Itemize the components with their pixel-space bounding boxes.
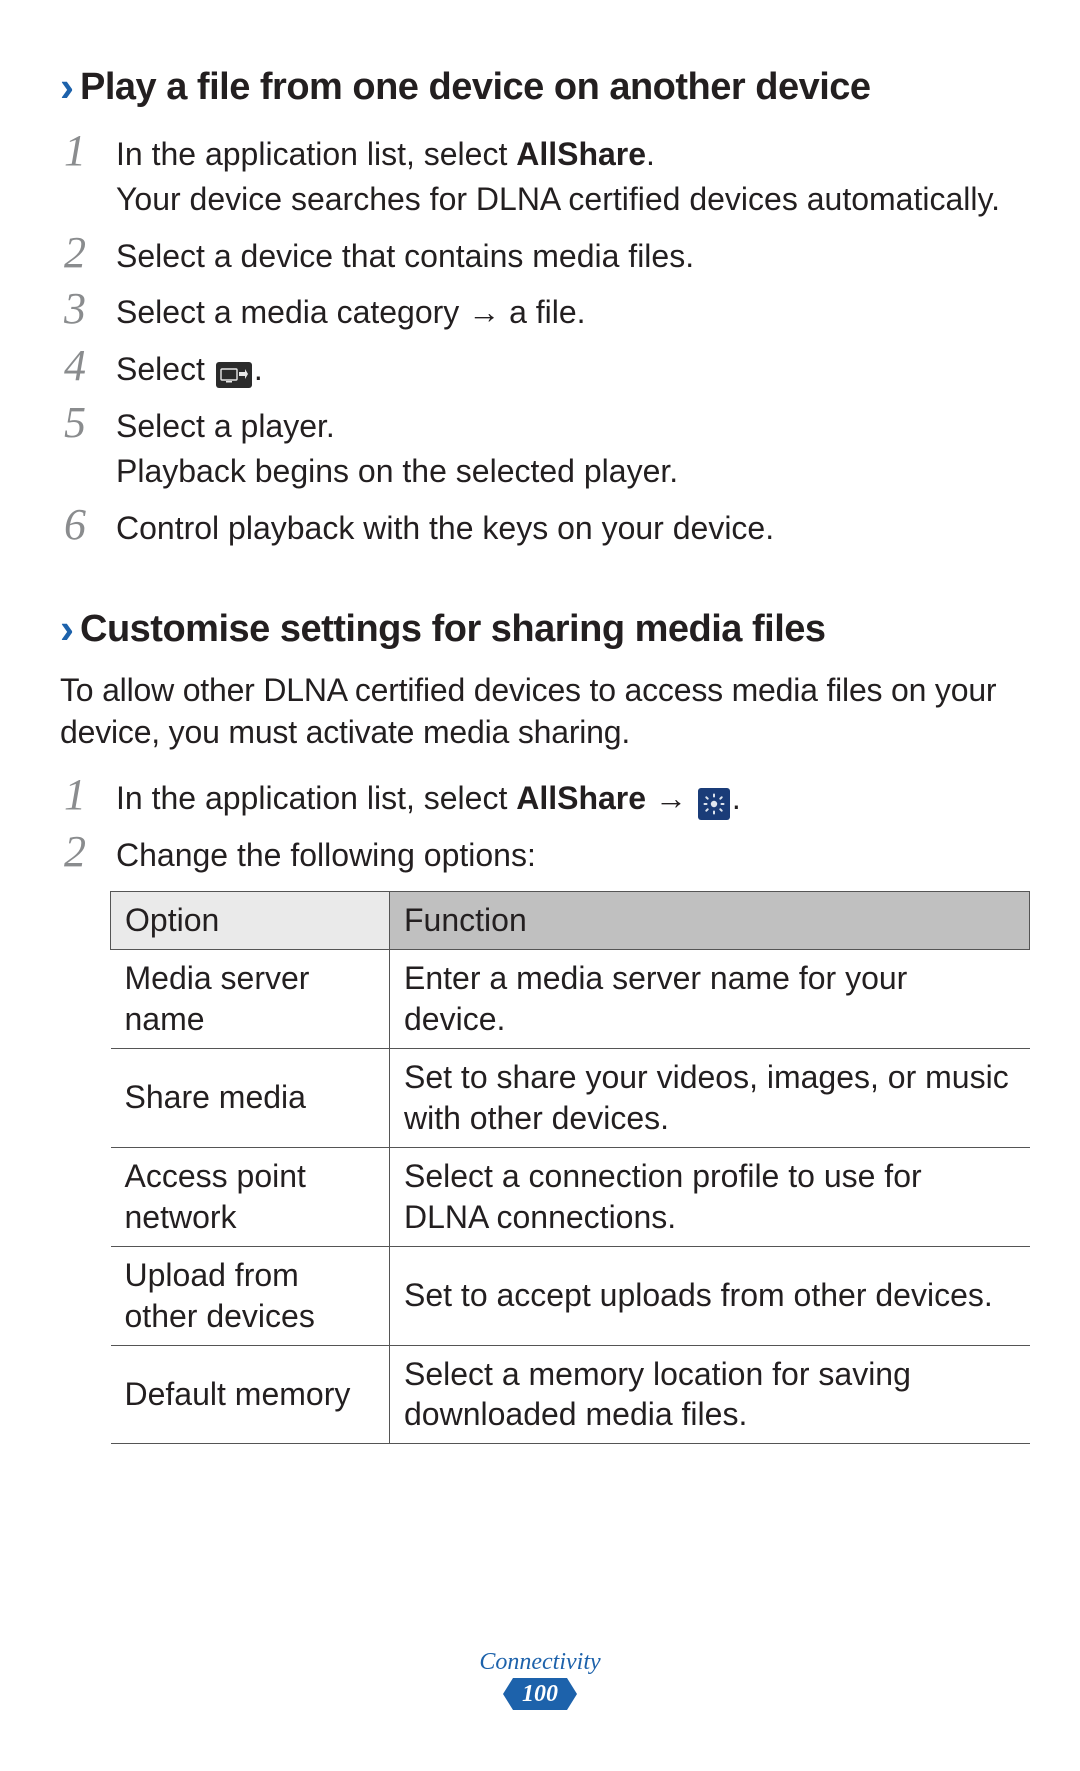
- step-text: Select a media category → a file.: [116, 291, 1020, 334]
- table-cell-function: Set to share your videos, images, or mus…: [390, 1048, 1030, 1147]
- table-cell-option: Share media: [111, 1048, 390, 1147]
- step-number: 1: [64, 129, 116, 173]
- step-text: Change the following options:: [116, 834, 1020, 877]
- chevron-right-icon: ›: [60, 606, 74, 652]
- table-cell-function: Select a connection profile to use for D…: [390, 1147, 1030, 1246]
- step-text: Control playback with the keys on your d…: [116, 507, 1020, 550]
- table-row: Media server name Enter a media server n…: [111, 949, 1030, 1048]
- table-cell-option: Default memory: [111, 1345, 390, 1444]
- step-body: Control playback with the keys on your d…: [116, 501, 1020, 552]
- chevron-right-icon: ›: [60, 64, 74, 110]
- step-item: 6 Control playback with the keys on your…: [64, 501, 1020, 552]
- step-number: 5: [64, 401, 116, 445]
- page-footer: Connectivity 100: [0, 1649, 1080, 1715]
- step-number: 6: [64, 503, 116, 547]
- step-body: Select a device that contains media file…: [116, 229, 1020, 280]
- page-number: 100: [503, 1678, 577, 1710]
- table-cell-function: Select a memory location for saving down…: [390, 1345, 1030, 1444]
- step-bold: AllShare: [516, 780, 646, 816]
- step-body: Change the following options:: [116, 828, 1020, 879]
- step-text: In the application list, select: [116, 780, 516, 816]
- step-number: 4: [64, 344, 116, 388]
- manual-page: › Play a file from one device on another…: [0, 0, 1080, 1771]
- step-number: 3: [64, 287, 116, 331]
- table-cell-option: Access point network: [111, 1147, 390, 1246]
- section2-intro: To allow other DLNA certified devices to…: [60, 669, 1020, 753]
- table-row: Default memory Select a memory location …: [111, 1345, 1030, 1444]
- step-text: Select: [116, 351, 214, 387]
- step-text: Select a device that contains media file…: [116, 235, 1020, 278]
- section2-title: Customise settings for sharing media fil…: [80, 609, 826, 651]
- step-body: Select a player. Playback begins on the …: [116, 399, 1020, 495]
- step-item: 1 In the application list, select AllSha…: [64, 127, 1020, 223]
- page-number-badge: 100: [503, 1678, 577, 1710]
- step-text: In the application list, select: [116, 136, 516, 172]
- section1-heading: › Play a file from one device on another…: [60, 62, 1020, 109]
- step-text: Your device searches for DLNA certified …: [116, 178, 1020, 221]
- step-number: 2: [64, 830, 116, 874]
- step-text: →: [646, 780, 696, 816]
- footer-section-name: Connectivity: [0, 1649, 1080, 1676]
- table-cell-option: Media server name: [111, 949, 390, 1048]
- step-text: Playback begins on the selected player.: [116, 450, 1020, 493]
- step-item: 1 In the application list, select AllSha…: [64, 771, 1020, 822]
- step-text: .: [646, 136, 655, 172]
- gear-icon: [698, 788, 730, 820]
- table-header-function: Function: [390, 891, 1030, 949]
- section2-heading: › Customise settings for sharing media f…: [60, 604, 1020, 651]
- step-text: Select a player.: [116, 405, 1020, 448]
- step-bold: AllShare: [516, 136, 646, 172]
- step-text: .: [254, 351, 263, 387]
- step-number: 2: [64, 231, 116, 275]
- step-body: Select .: [116, 342, 1020, 393]
- table-header-option: Option: [111, 891, 390, 949]
- step-item: 2 Change the following options:: [64, 828, 1020, 879]
- table-cell-option: Upload from other devices: [111, 1246, 390, 1345]
- options-table: Option Function Media server name Enter …: [110, 891, 1030, 1444]
- table-row: Share media Set to share your videos, im…: [111, 1048, 1030, 1147]
- step-body: In the application list, select AllShare…: [116, 771, 1020, 822]
- section1-title: Play a file from one device on another d…: [80, 67, 871, 109]
- step-body: Select a media category → a file.: [116, 285, 1020, 336]
- table-cell-function: Set to accept uploads from other devices…: [390, 1246, 1030, 1345]
- share-to-icon: [216, 362, 252, 388]
- step-text: .: [732, 780, 741, 816]
- step-item: 3 Select a media category → a file.: [64, 285, 1020, 336]
- step-number: 1: [64, 773, 116, 817]
- table-cell-function: Enter a media server name for your devic…: [390, 949, 1030, 1048]
- step-item: 2 Select a device that contains media fi…: [64, 229, 1020, 280]
- step-item: 4 Select .: [64, 342, 1020, 393]
- table-row: Access point network Select a connection…: [111, 1147, 1030, 1246]
- table-row: Upload from other devices Set to accept …: [111, 1246, 1030, 1345]
- step-item: 5 Select a player. Playback begins on th…: [64, 399, 1020, 495]
- step-body: In the application list, select AllShare…: [116, 127, 1020, 223]
